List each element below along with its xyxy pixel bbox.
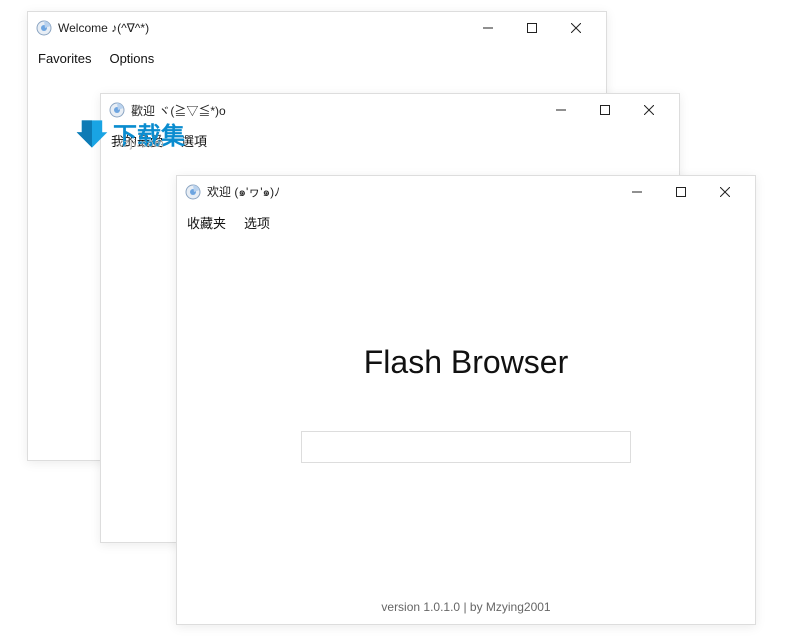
menu-favorites[interactable]: Favorites (38, 51, 91, 66)
titlebar[interactable]: 歡迎 ヾ(≧▽≦*)o (101, 94, 679, 126)
close-button[interactable] (703, 177, 747, 207)
titlebar[interactable]: 欢迎 (๑'ヮ'๑)ﾉ (177, 176, 755, 208)
search-input[interactable] (301, 431, 631, 463)
menu-options[interactable]: Options (109, 51, 154, 66)
close-button[interactable] (627, 95, 671, 125)
footer-text: version 1.0.1.0 | by Mzying2001 (177, 600, 755, 614)
menu-favorites[interactable]: 我的最愛 (111, 131, 163, 150)
minimize-button[interactable] (466, 13, 510, 43)
maximize-button[interactable] (659, 177, 703, 207)
window-title: 歡迎 ヾ(≧▽≦*)o (131, 102, 226, 119)
app-icon (36, 20, 52, 36)
menu-options[interactable]: 選項 (181, 131, 207, 150)
minimize-button[interactable] (615, 177, 659, 207)
content-area: Flash Browser (177, 236, 755, 624)
app-icon (185, 184, 201, 200)
maximize-button[interactable] (510, 13, 554, 43)
window-title: Welcome ♪(^∇^*) (58, 21, 149, 35)
app-heading: Flash Browser (364, 344, 569, 381)
menubar: 我的最愛 選項 (101, 126, 679, 154)
window-title: 欢迎 (๑'ヮ'๑)ﾉ (207, 183, 280, 202)
close-button[interactable] (554, 13, 598, 43)
menu-options[interactable]: 选项 (244, 213, 270, 232)
titlebar[interactable]: Welcome ♪(^∇^*) (28, 12, 606, 44)
minimize-button[interactable] (539, 95, 583, 125)
menu-favorites[interactable]: 收藏夹 (187, 213, 226, 232)
menubar: Favorites Options (28, 44, 606, 72)
window-simplified-chinese: 欢迎 (๑'ヮ'๑)ﾉ 收藏夹 选项 Flash Browser version… (176, 175, 756, 625)
maximize-button[interactable] (583, 95, 627, 125)
app-icon (109, 102, 125, 118)
menubar: 收藏夹 选项 (177, 208, 755, 236)
